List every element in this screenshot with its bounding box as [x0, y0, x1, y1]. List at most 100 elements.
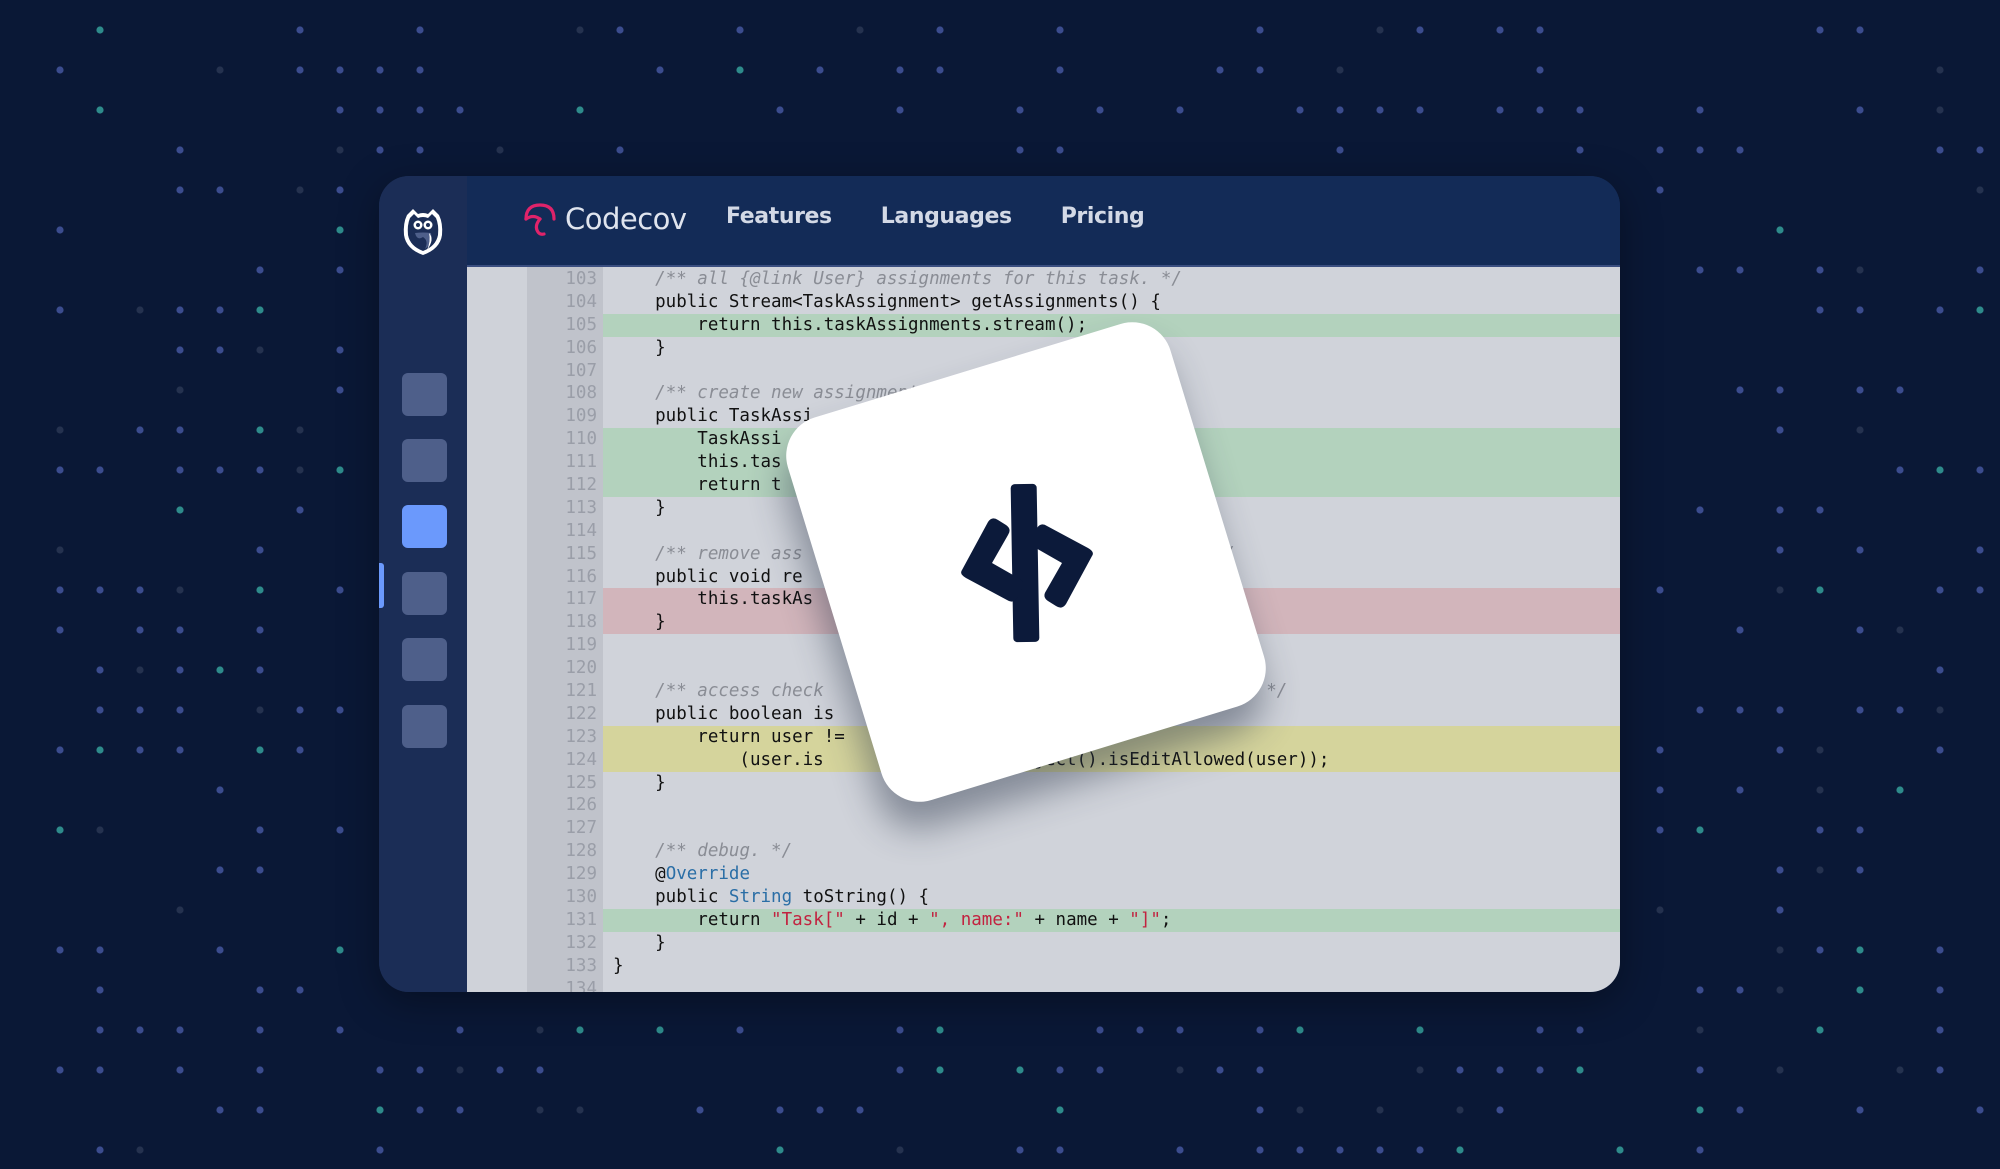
line-number[interactable]: 109 [527, 405, 597, 428]
sidebar [379, 176, 467, 992]
line-number[interactable]: 111 [527, 451, 597, 474]
line-number[interactable]: 117 [527, 588, 597, 611]
background-dot [1256, 1106, 1264, 1114]
sidebar-item-2[interactable] [402, 439, 447, 482]
sidebar-item-3[interactable] [402, 505, 447, 548]
background-dot [1096, 1066, 1104, 1074]
background-dot [176, 306, 184, 314]
nav-pricing[interactable]: Pricing [1061, 198, 1145, 235]
background-dot [1776, 986, 1784, 994]
line-number[interactable]: 130 [527, 886, 597, 909]
line-number[interactable]: 132 [527, 932, 597, 955]
brand-logo[interactable]: Codecov [523, 196, 687, 242]
background-dot [136, 1146, 144, 1154]
background-dot [1616, 1146, 1624, 1154]
background-dot [256, 346, 264, 354]
nav-features[interactable]: Features [726, 198, 832, 235]
background-dot [256, 1106, 264, 1114]
nav-languages[interactable]: Languages [881, 198, 1012, 235]
line-number[interactable]: 122 [527, 703, 597, 726]
line-number[interactable]: 124 [527, 749, 597, 772]
background-dot [1936, 746, 1944, 754]
line-number[interactable]: 127 [527, 817, 597, 840]
background-dot [256, 1066, 264, 1074]
background-dot [1656, 146, 1664, 154]
background-dot [136, 426, 144, 434]
background-dot [1896, 466, 1904, 474]
line-number[interactable]: 116 [527, 566, 597, 589]
line-number[interactable]: 108 [527, 382, 597, 405]
line-number[interactable]: 112 [527, 474, 597, 497]
background-dot [136, 1026, 144, 1034]
background-dot [296, 26, 304, 34]
background-dot [1736, 986, 1744, 994]
background-dot [896, 1146, 904, 1154]
line-number[interactable]: 123 [527, 726, 597, 749]
background-dot [376, 106, 384, 114]
line-number[interactable]: 110 [527, 428, 597, 451]
background-dot [1856, 386, 1864, 394]
code-line: 131 return "Task[" + id + ", name:" + na… [467, 908, 1620, 932]
background-dot [96, 946, 104, 954]
background-dot [1976, 466, 1984, 474]
line-number[interactable]: 107 [527, 360, 597, 383]
background-dot [1776, 946, 1784, 954]
line-number[interactable]: 121 [527, 680, 597, 703]
line-number[interactable]: 118 [527, 611, 597, 634]
sidebar-item-6[interactable] [402, 705, 447, 748]
background-dot [216, 306, 224, 314]
line-number[interactable]: 120 [527, 657, 597, 680]
background-dot [1416, 26, 1424, 34]
background-dot [696, 1106, 704, 1114]
line-number[interactable]: 119 [527, 634, 597, 657]
background-dot [1696, 826, 1704, 834]
background-dot [336, 66, 344, 74]
sidebar-item-1[interactable] [402, 373, 447, 416]
line-number[interactable]: 103 [527, 268, 597, 291]
background-dot [216, 66, 224, 74]
line-number[interactable]: 126 [527, 794, 597, 817]
background-dot [1656, 186, 1664, 194]
code-text: } [613, 955, 624, 976]
background-dot [56, 946, 64, 954]
background-dot [1776, 746, 1784, 754]
background-dot [496, 1066, 504, 1074]
background-dot [1016, 1066, 1024, 1074]
line-number[interactable]: 128 [527, 840, 597, 863]
background-dot [1056, 1066, 1064, 1074]
background-dot [896, 1066, 904, 1074]
line-number[interactable]: 134 [527, 978, 597, 992]
background-dot [1576, 146, 1584, 154]
line-number[interactable]: 104 [527, 291, 597, 314]
line-number[interactable]: 125 [527, 772, 597, 795]
owl-logo-icon[interactable] [401, 205, 445, 257]
background-dot [1056, 66, 1064, 74]
background-dot [456, 1026, 464, 1034]
sidebar-item-5[interactable] [402, 638, 447, 681]
line-number[interactable]: 105 [527, 314, 597, 337]
background-dot [256, 306, 264, 314]
background-dot [1976, 186, 1984, 194]
background-dot [256, 586, 264, 594]
code-icon [961, 483, 1093, 643]
background-dot [1496, 26, 1504, 34]
line-number[interactable]: 133 [527, 955, 597, 978]
background-dot [1216, 66, 1224, 74]
background-dot [1776, 586, 1784, 594]
background-dot [1656, 786, 1664, 794]
background-dot [1936, 1066, 1944, 1074]
line-number[interactable]: 114 [527, 520, 597, 543]
background-dot [1976, 146, 1984, 154]
code-line: 128 /** debug. */ [467, 840, 1620, 863]
line-number[interactable]: 131 [527, 909, 597, 932]
code-line: 105 return this.taskAssignments.stream()… [467, 313, 1620, 337]
line-number[interactable]: 113 [527, 497, 597, 520]
background-dot [256, 626, 264, 634]
sidebar-item-4[interactable] [402, 572, 447, 615]
line-number[interactable]: 115 [527, 543, 597, 566]
line-number[interactable]: 106 [527, 337, 597, 360]
line-number[interactable]: 129 [527, 863, 597, 886]
background-dot [1976, 266, 1984, 274]
background-dot [256, 266, 264, 274]
background-dot [1256, 1026, 1264, 1034]
